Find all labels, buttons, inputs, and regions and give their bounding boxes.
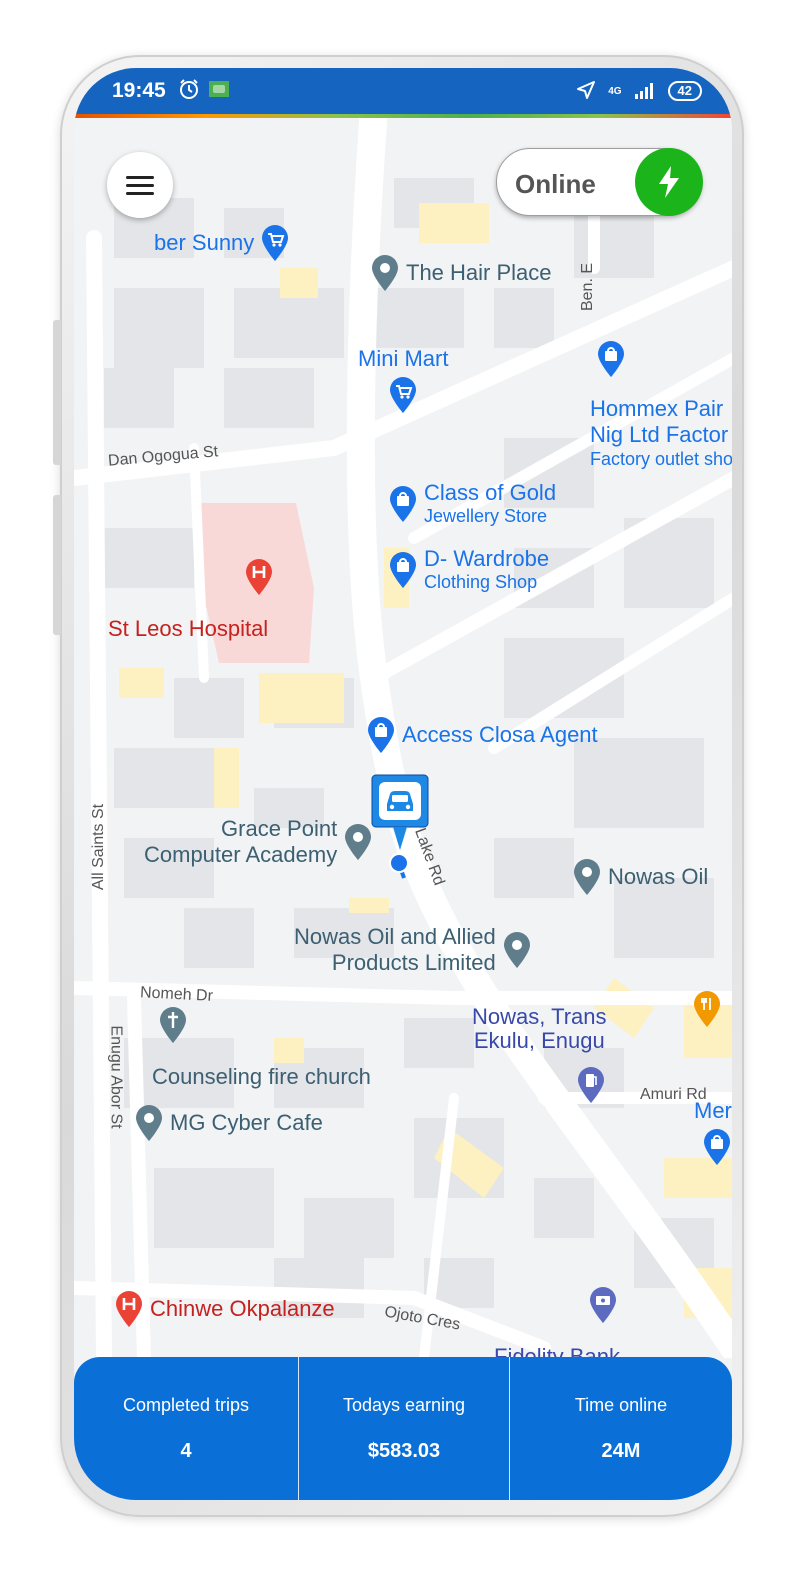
map-pin-icon <box>502 931 532 969</box>
place-st-leos[interactable]: St Leos Hospital <box>108 616 268 642</box>
menu-button[interactable] <box>107 152 173 218</box>
bank-icon <box>588 1286 618 1324</box>
online-status-label: Online <box>515 169 596 199</box>
place-d-wardrobe[interactable]: D- Wardrobe Clothing Shop <box>388 546 549 593</box>
shopping-cart-icon <box>260 224 290 262</box>
stat-time-online: Time online 24M <box>509 1357 732 1500</box>
stat-value: 4 <box>180 1440 192 1462</box>
map-pin-icon <box>370 254 400 292</box>
shopping-bag-icon <box>366 716 396 754</box>
place-subtitle: Factory outlet sho <box>590 448 732 469</box>
driver-car-marker[interactable] <box>371 774 429 854</box>
shopping-bag-icon <box>388 551 418 589</box>
road-label-enugu-abor: Enugu Abor St <box>107 1025 125 1129</box>
map-view[interactable]: Dan Ogogua St Lake Rd All Saints St Nome… <box>74 118 732 1369</box>
place-mer-pin[interactable] <box>702 1128 732 1166</box>
place-nowas-allied[interactable]: Nowas Oil and Allied Products Limited <box>294 924 532 977</box>
place-grace-point[interactable]: Grace Point Computer Academy <box>144 816 373 869</box>
shopping-bag-icon <box>702 1128 732 1166</box>
place-nowas-trans-pin[interactable] <box>576 1066 606 1104</box>
map-pin-icon <box>572 858 602 896</box>
app-screen: Dan Ogogua St Lake Rd All Saints St Nome… <box>74 68 732 1500</box>
signal-icon <box>634 81 656 102</box>
place-class-of-gold[interactable]: Class of Gold Jewellery Store <box>388 480 556 527</box>
map-pin-icon <box>134 1104 164 1142</box>
place-hommex-pin[interactable] <box>596 340 626 378</box>
place-name: The Hair Place <box>406 259 552 285</box>
place-name-line1: Nowas, Trans <box>472 1004 607 1029</box>
place-name-line2: Products Limited <box>331 950 496 976</box>
place-fidelity-pin[interactable] <box>588 1286 618 1324</box>
map-pin-icon <box>343 823 373 861</box>
volume-button <box>53 320 61 465</box>
place-name: ber Sunny <box>154 229 255 255</box>
road-label-all-saints: All Saints St <box>90 803 108 891</box>
place-subtitle: Clothing Shop <box>424 572 538 593</box>
place-counseling-pin[interactable] <box>158 1006 188 1044</box>
battery-indicator: 42 <box>667 81 702 101</box>
place-access-closa[interactable]: Access Closa Agent <box>366 716 598 754</box>
status-time: 19:45 <box>112 79 166 102</box>
place-name-line1: Hommex Pair <box>590 396 724 421</box>
church-icon <box>158 1006 188 1044</box>
place-name: D- Wardrobe <box>424 546 550 571</box>
road-label-ben-e: Ben. E <box>579 262 597 312</box>
place-subtitle: Jewellery Store <box>424 506 548 527</box>
place-mg-cyber[interactable]: MG Cyber Cafe <box>134 1104 323 1142</box>
stat-title: Todays earning <box>342 1395 466 1415</box>
fuel-icon <box>576 1066 606 1104</box>
stat-title: Time online <box>574 1395 668 1415</box>
place-cyber-sunny[interactable]: ber Sunny <box>154 224 290 262</box>
place-name: Mini Mart <box>358 346 449 371</box>
place-name: Access Closa Agent <box>402 721 598 747</box>
status-bar: 19:45 4G 42 <box>74 68 732 114</box>
shopping-bag-icon <box>596 340 626 378</box>
place-nowas-oil[interactable]: Nowas Oil <box>572 858 708 896</box>
hospital-icon <box>244 558 274 596</box>
stat-todays-earning: Todays earning $583.03 <box>298 1357 509 1500</box>
place-name-line2: Computer Academy <box>144 842 338 868</box>
place-restaurant-pin[interactable] <box>692 990 722 1028</box>
status-color-strip <box>74 114 732 118</box>
stat-value: 24M <box>601 1440 641 1462</box>
place-st-leos-pin[interactable] <box>244 558 274 596</box>
place-nowas-trans[interactable]: Nowas, Trans Ekulu, Enugu <box>472 1004 607 1055</box>
place-hommex[interactable]: Hommex Pair Nig Ltd Factor Factory outle… <box>590 396 732 470</box>
menu-icon <box>126 171 154 200</box>
place-name: Class of Gold <box>424 480 557 505</box>
road-label-nomeh: Nomeh Dr <box>139 984 214 1005</box>
place-name: Mer <box>694 1098 732 1123</box>
place-name: Chinwe Okpalanze <box>150 1295 335 1321</box>
network-type: 4G <box>608 85 622 97</box>
stat-completed-trips: Completed trips 4 <box>74 1357 298 1500</box>
online-toggle[interactable]: Online <box>496 148 703 216</box>
place-name-line1: Grace Point <box>221 816 338 841</box>
location-arrow-icon <box>576 80 596 103</box>
place-counseling[interactable]: Counseling fire church <box>152 1064 371 1090</box>
place-name: St Leos Hospital <box>108 616 269 641</box>
place-hair-place[interactable]: The Hair Place <box>370 254 552 292</box>
stat-title: Completed trips <box>122 1395 250 1415</box>
power-button <box>53 495 61 635</box>
alarm-icon <box>178 78 200 105</box>
place-mer[interactable]: Mer <box>694 1098 732 1124</box>
place-name: MG Cyber Cafe <box>170 1109 323 1135</box>
android-icon <box>208 78 230 105</box>
shopping-bag-icon <box>388 485 418 523</box>
hospital-icon <box>114 1290 144 1328</box>
shopping-cart-icon <box>388 376 418 414</box>
place-mini-mart[interactable]: Mini Mart <box>358 346 448 414</box>
place-name: Counseling fire church <box>152 1064 371 1089</box>
online-toggle-knob[interactable] <box>635 148 703 216</box>
restaurant-icon <box>692 990 722 1028</box>
place-name-line2: Nig Ltd Factor <box>590 422 729 448</box>
stat-value: $583.03 <box>367 1440 441 1462</box>
car-icon <box>371 774 429 850</box>
place-name-line1: Nowas Oil and Allied <box>294 924 496 949</box>
place-name-line2: Ekulu, Enugu <box>473 1028 605 1054</box>
stats-panel: Completed trips 4 Todays earning $583.03… <box>74 1357 732 1500</box>
place-chinwe[interactable]: Chinwe Okpalanze <box>114 1290 335 1328</box>
place-name: Nowas Oil <box>608 863 709 889</box>
lightning-icon <box>659 166 679 198</box>
